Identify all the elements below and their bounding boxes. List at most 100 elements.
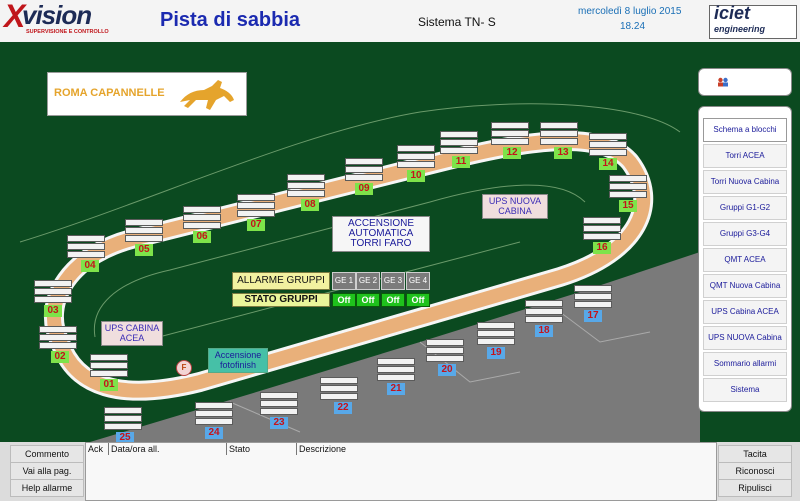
menu-schema-a-blocchi[interactable]: Schema a blocchi	[703, 118, 787, 142]
tower-24[interactable]: 24	[195, 402, 233, 439]
tower-10[interactable]: 10	[397, 145, 435, 182]
ge3-alarm[interactable]: GE 3	[381, 272, 405, 290]
tower-status-bar	[287, 190, 325, 197]
tower-04[interactable]: 04	[67, 235, 105, 272]
menu-sistema[interactable]: Sistema	[703, 378, 787, 402]
tower-08[interactable]: 08	[287, 174, 325, 211]
ups-nuova-cabina-box[interactable]: UPS NUOVA CABINA	[482, 194, 548, 219]
header-bar: X vision SUPERVISIONE E CONTROLLO Pista …	[0, 0, 800, 43]
tower-number: 09	[355, 183, 373, 195]
menu-ups-cabina-acea[interactable]: UPS Cabina ACEA	[703, 300, 787, 324]
tower-status-bar	[183, 214, 221, 221]
tower-status-bar	[237, 210, 275, 217]
tower-25[interactable]: 25	[104, 407, 142, 442]
menu-qmt-nuova-cabina[interactable]: QMT Nuova Cabina	[703, 274, 787, 298]
logo-tagline: SUPERVISIONE E CONTROLLO	[26, 29, 109, 35]
tower-status-bar	[320, 377, 358, 384]
tower-number: 06	[193, 231, 211, 243]
tower-07[interactable]: 07	[237, 194, 275, 231]
tower-number: 21	[387, 383, 405, 395]
ge2-state: Off	[356, 293, 380, 307]
tower-number: 11	[452, 156, 470, 168]
menu-torri-nuova-cabina[interactable]: Torri Nuova Cabina	[703, 170, 787, 194]
tower-13[interactable]: 13	[540, 122, 578, 159]
tower-21[interactable]: 21	[377, 358, 415, 395]
tower-number: 02	[51, 351, 69, 363]
tower-20[interactable]: 20	[426, 339, 464, 376]
brand-sub: engineering	[714, 24, 766, 34]
tacita-button[interactable]: Tacita	[718, 445, 792, 463]
ripulisci-button[interactable]: Ripulisci	[718, 479, 792, 497]
tower-15[interactable]: 15	[609, 175, 647, 212]
tower-status-bar	[34, 288, 72, 295]
tower-status-bar	[125, 235, 163, 242]
tower-status-bar	[525, 316, 563, 323]
tower-number: 04	[81, 260, 99, 272]
page-title: Pista di sabbia	[160, 9, 301, 31]
tower-status-bar	[583, 217, 621, 224]
tower-number: 07	[247, 219, 265, 231]
ups-cabina-acea-box[interactable]: UPS CABINA ACEA	[101, 321, 163, 346]
tower-status-bar	[260, 400, 298, 407]
tower-14[interactable]: 14	[589, 133, 627, 170]
menu-gruppi-g3-g4[interactable]: Gruppi G3-G4	[703, 222, 787, 246]
tower-status-bar	[39, 334, 77, 341]
tower-09[interactable]: 09	[345, 158, 383, 195]
menu-qmt-acea[interactable]: QMT ACEA	[703, 248, 787, 272]
tower-05[interactable]: 05	[125, 219, 163, 256]
tower-22[interactable]: 22	[320, 377, 358, 414]
commento-button[interactable]: Commento	[10, 445, 84, 463]
tower-status-bar	[477, 322, 515, 329]
roma-capannelle-text: ROMA CAPANNELLE	[54, 87, 165, 99]
tower-06[interactable]: 06	[183, 206, 221, 243]
tower-status-bar	[67, 243, 105, 250]
ge1-alarm[interactable]: GE 1	[332, 272, 356, 290]
tower-status-bar	[540, 130, 578, 137]
tower-18[interactable]: 18	[525, 300, 563, 337]
col-data-ora: Data/ora all.	[111, 444, 160, 454]
menu-gruppi-g1-g2[interactable]: Gruppi G1-G2	[703, 196, 787, 220]
tower-number: 18	[535, 325, 553, 337]
tower-status-bar	[477, 330, 515, 337]
ge4-alarm[interactable]: GE 4	[406, 272, 430, 290]
tower-19[interactable]: 19	[477, 322, 515, 359]
tower-status-bar	[39, 342, 77, 349]
tower-02[interactable]: 02	[39, 326, 77, 363]
tower-17[interactable]: 17	[574, 285, 612, 322]
tower-23[interactable]: 23	[260, 392, 298, 429]
accensione-fotofinish-button[interactable]: Accensione fotofinish	[208, 348, 268, 373]
help-allarme-button[interactable]: Help allarme	[10, 479, 84, 497]
alarm-table[interactable]: Ack Data/ora all. Stato Descrizione	[85, 442, 717, 501]
tower-status-bar	[609, 175, 647, 182]
tower-status-bar	[574, 293, 612, 300]
ge3-state: Off	[381, 293, 405, 307]
tower-status-bar	[574, 285, 612, 292]
tower-03[interactable]: 03	[34, 280, 72, 317]
menu-torri-acea[interactable]: Torri ACEA	[703, 144, 787, 168]
tower-status-bar	[540, 138, 578, 145]
brand-name: iciet	[714, 3, 751, 23]
accensione-torri-faro-box[interactable]: ACCENSIONE AUTOMATICA TORRI FARO	[332, 216, 430, 252]
tower-status-bar	[183, 222, 221, 229]
column-divider	[108, 443, 109, 455]
col-descrizione: Descrizione	[299, 444, 347, 454]
vai-alla-pagina-button[interactable]: Vai alla pag.	[10, 462, 84, 480]
users-button[interactable]	[698, 68, 792, 96]
tower-status-bar	[440, 139, 478, 146]
tower-status-bar	[195, 410, 233, 417]
tower-status-bar	[574, 301, 612, 308]
tower-status-bar	[377, 358, 415, 365]
tower-12[interactable]: 12	[491, 122, 529, 159]
menu-ups-nuova-cabina[interactable]: UPS NUOVA Cabina	[703, 326, 787, 350]
tower-16[interactable]: 16	[583, 217, 621, 254]
iciet-logo: iciet engineering	[709, 3, 797, 39]
tower-01[interactable]: 01	[90, 354, 128, 391]
tower-11[interactable]: 11	[440, 131, 478, 168]
tower-status-bar	[287, 182, 325, 189]
tower-status-bar	[426, 355, 464, 362]
menu-sommario-allarmi[interactable]: Sommario allarmi	[703, 352, 787, 376]
ge2-alarm[interactable]: GE 2	[356, 272, 380, 290]
riconosci-button[interactable]: Riconosci	[718, 462, 792, 480]
tower-status-bar	[260, 408, 298, 415]
tower-status-bar	[125, 227, 163, 234]
